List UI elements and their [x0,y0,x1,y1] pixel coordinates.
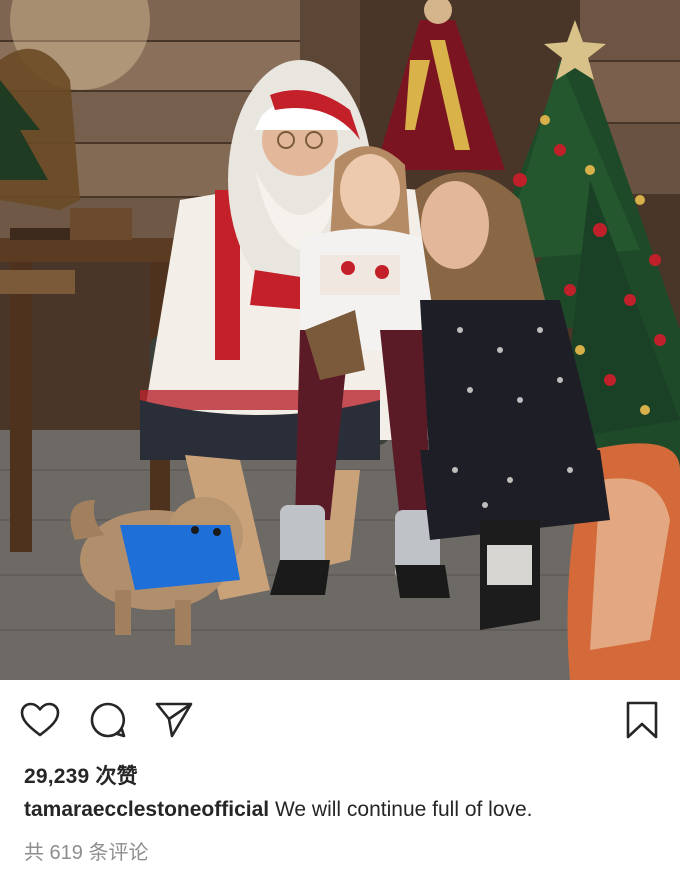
caption-username[interactable]: tamaraecclestoneofficial [24,798,269,821]
photo-illustration [0,0,680,680]
like-count[interactable]: 29,239 次赞 [24,760,138,790]
post-actions-bar [0,680,680,758]
like-button[interactable] [18,698,62,742]
post-caption: tamaraecclestoneofficial We will continu… [24,798,664,822]
bookmark-icon [626,701,658,739]
share-button[interactable] [152,698,196,742]
comment-button[interactable] [86,698,130,742]
paper-plane-icon [155,702,193,738]
heart-icon [20,702,60,737]
comment-bubble-icon [90,702,126,738]
post-photo[interactable] [0,0,680,680]
instagram-post: 29,239 次赞 tamaraecclestoneofficial We wi… [0,0,680,872]
caption-text: We will continue full of love. [274,798,533,821]
save-button[interactable] [620,698,664,742]
view-comments-link[interactable]: 共 619 条评论 [24,836,148,865]
